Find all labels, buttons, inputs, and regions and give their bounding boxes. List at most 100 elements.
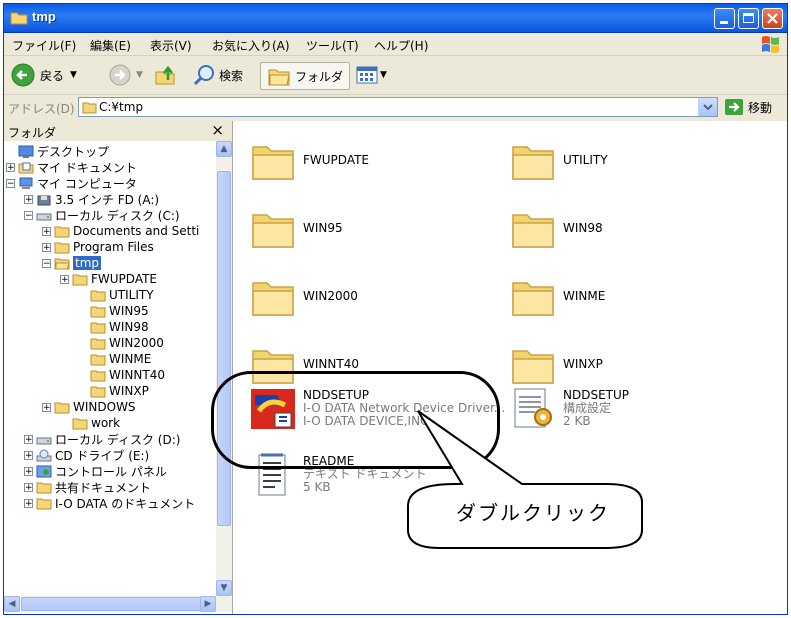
chevron-down-icon: ▼ bbox=[380, 70, 387, 80]
tree-item-21[interactable]: + 共有ドキュメント bbox=[24, 479, 151, 495]
folder-pane-header: フォルダ × bbox=[4, 121, 232, 141]
tree-item-2[interactable]: − マイ コンピュータ bbox=[6, 175, 137, 191]
close-pane-button[interactable]: × bbox=[211, 121, 224, 139]
minimize-button[interactable] bbox=[714, 8, 735, 29]
tree-item-label: Documents and Setti bbox=[73, 224, 200, 238]
expand-icon[interactable]: + bbox=[6, 162, 15, 172]
tree-item-18[interactable]: + ローカル ディスク (D:) bbox=[24, 431, 180, 447]
collapse-icon[interactable]: − bbox=[42, 258, 51, 268]
tree-item-label: WINNT40 bbox=[109, 368, 165, 382]
folders-button[interactable]: フォルダ bbox=[260, 62, 351, 90]
tree-item-label: マイ コンピュータ bbox=[37, 176, 137, 191]
folder-item[interactable]: WIN98 bbox=[509, 205, 603, 253]
forward-button[interactable]: ▼ bbox=[108, 62, 143, 88]
tree-item-17[interactable]: work bbox=[60, 415, 120, 431]
title-bar[interactable]: tmp bbox=[4, 4, 787, 33]
tree-item-11[interactable]: WIN98 bbox=[78, 319, 149, 335]
folder-item[interactable]: UTILITY bbox=[509, 137, 608, 185]
file-detail: 2 KB bbox=[563, 414, 591, 428]
tree-item-20[interactable]: + コントロール パネル bbox=[24, 463, 167, 479]
scroll-up-button[interactable]: ▲ bbox=[216, 141, 232, 157]
window-title: tmp bbox=[32, 9, 56, 24]
tree-item-label: ローカル ディスク (D:) bbox=[55, 432, 181, 447]
expand-icon[interactable]: + bbox=[42, 226, 51, 236]
tree-item-5[interactable]: + Documents and Setti bbox=[42, 223, 199, 239]
collapse-icon[interactable]: − bbox=[6, 178, 15, 188]
back-button[interactable]: 戻る ▼ bbox=[10, 62, 77, 88]
folder-name: WIN2000 bbox=[303, 289, 358, 303]
folder-name: UTILITY bbox=[563, 153, 608, 167]
tree-item-7[interactable]: − tmp bbox=[42, 255, 102, 271]
close-button[interactable] bbox=[762, 8, 783, 29]
expand-icon[interactable]: + bbox=[24, 482, 33, 492]
folder-item[interactable]: FWUPDATE bbox=[249, 137, 369, 185]
menu-tools[interactable]: ツール(T) bbox=[306, 37, 359, 54]
tree-item-6[interactable]: + Program Files bbox=[42, 239, 154, 255]
config-file-icon bbox=[514, 388, 552, 428]
tree-item-10[interactable]: WIN95 bbox=[78, 303, 149, 319]
views-button[interactable]: ▼ bbox=[356, 62, 387, 88]
folder-item[interactable]: WINXP bbox=[509, 341, 603, 389]
chevron-down-icon bbox=[703, 104, 713, 111]
folder-name: FWUPDATE bbox=[303, 153, 370, 167]
tree-item-19[interactable]: + CD ドライブ (E:) bbox=[24, 447, 149, 463]
windows-logo-icon bbox=[762, 36, 779, 53]
menu-favorites[interactable]: お気に入り(A) bbox=[212, 37, 290, 54]
folder-open-icon bbox=[54, 258, 70, 269]
tree-horizontal-scrollbar[interactable]: ◀ ▶ bbox=[4, 596, 232, 612]
tree-item-0[interactable]: デスクトップ bbox=[6, 143, 109, 159]
horizontal-scroll-thumb[interactable] bbox=[21, 597, 201, 611]
tree-vertical-scrollbar[interactable]: ▲ ▼ bbox=[216, 141, 232, 596]
up-folder-button[interactable] bbox=[154, 62, 178, 88]
scroll-down-button[interactable]: ▼ bbox=[216, 580, 232, 596]
go-button[interactable]: 移動 bbox=[724, 98, 772, 116]
search-button[interactable]: 検索 bbox=[192, 62, 243, 88]
highlight-oval bbox=[211, 371, 500, 469]
tree-item-3[interactable]: +3.5 インチ FD (A:) bbox=[24, 191, 159, 207]
back-arrow-icon bbox=[11, 63, 35, 87]
back-label: 戻る bbox=[40, 68, 65, 83]
folder-pane-title: フォルダ bbox=[8, 126, 57, 140]
address-dropdown-button[interactable] bbox=[698, 98, 717, 116]
folder-item[interactable]: WINME bbox=[509, 273, 605, 321]
tree-item-22[interactable]: + I-O DATA のドキュメント bbox=[24, 495, 195, 511]
scroll-right-button[interactable]: ▶ bbox=[200, 596, 216, 612]
expand-icon[interactable]: + bbox=[60, 274, 69, 284]
folder-item[interactable]: WIN95 bbox=[249, 205, 343, 253]
menu-view[interactable]: 表示(V) bbox=[150, 37, 192, 54]
scroll-thumb[interactable] bbox=[217, 171, 231, 526]
tree-item-label: 共有ドキュメント bbox=[55, 480, 152, 495]
expand-icon[interactable]: + bbox=[24, 466, 33, 476]
scroll-left-button[interactable]: ◀ bbox=[4, 596, 20, 612]
control-panel-icon bbox=[36, 465, 52, 477]
tree-item-12[interactable]: WIN2000 bbox=[78, 335, 164, 351]
folder-icon bbox=[90, 354, 106, 365]
floppy-icon bbox=[37, 195, 51, 205]
maximize-button[interactable] bbox=[738, 8, 759, 29]
menu-help[interactable]: ヘルプ(H) bbox=[374, 37, 428, 54]
tree-item-4[interactable]: − ローカル ディスク (C:) bbox=[24, 207, 180, 223]
expand-icon[interactable]: + bbox=[42, 402, 51, 412]
menu-edit[interactable]: 編集(E) bbox=[90, 37, 131, 54]
file-item[interactable]: NDDSETUP 構成設定 2 KB bbox=[509, 385, 629, 433]
tree-item-9[interactable]: UTILITY bbox=[78, 287, 154, 303]
tree-item-label: work bbox=[91, 416, 121, 430]
tree-item-15[interactable]: WINXP bbox=[78, 383, 149, 399]
menu-bar: ファイル(F) 編集(E) 表示(V) お気に入り(A) ツール(T) ヘルプ(… bbox=[4, 33, 787, 56]
folder-item[interactable]: WIN2000 bbox=[249, 273, 358, 321]
address-input[interactable]: C:¥tmp bbox=[78, 97, 718, 117]
tree-item-8[interactable]: + FWUPDATE bbox=[60, 271, 157, 287]
expand-icon[interactable]: + bbox=[24, 194, 33, 204]
expand-icon[interactable]: + bbox=[24, 498, 33, 508]
expand-icon[interactable]: + bbox=[42, 242, 51, 252]
expand-icon[interactable]: + bbox=[24, 450, 33, 460]
collapse-icon[interactable]: − bbox=[24, 210, 33, 220]
expand-icon[interactable]: + bbox=[24, 434, 33, 444]
tree-item-1[interactable]: + マイ ドキュメント bbox=[6, 159, 137, 175]
tree-item-14[interactable]: WINNT40 bbox=[78, 367, 165, 383]
tree-item-label: デスクトップ bbox=[37, 144, 110, 159]
menu-file[interactable]: ファイル(F) bbox=[12, 37, 76, 54]
tree-item-16[interactable]: + WINDOWS bbox=[42, 399, 136, 415]
tree-item-13[interactable]: WINME bbox=[78, 351, 151, 367]
tree-item-label: ローカル ディスク (C:) bbox=[55, 208, 180, 223]
